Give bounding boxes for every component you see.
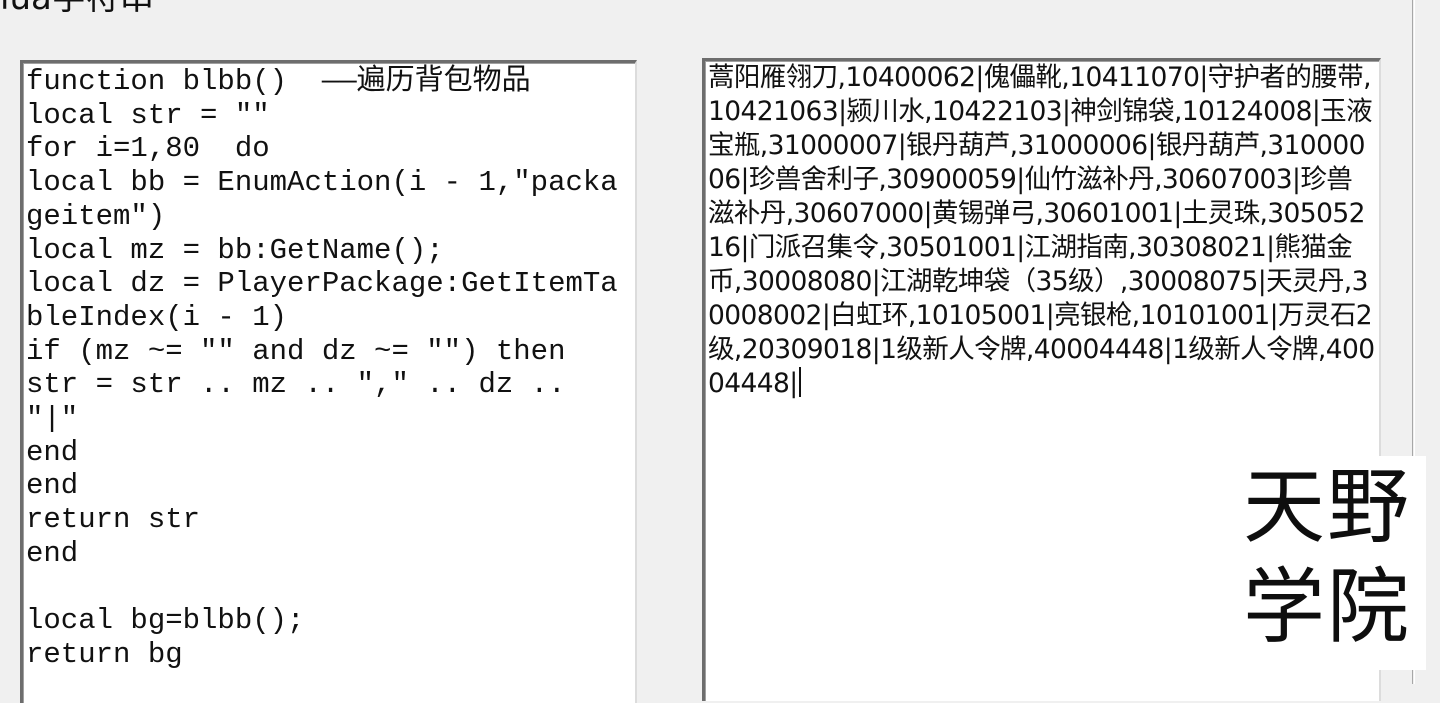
watermark-line-2: 学院 [1242,560,1411,655]
result-text: 蒿阳雁翎刀,10400062|傀儡靴,10411070|守护者的腰带,10421… [708,62,1375,399]
watermark-line-1: 天野 [1242,460,1411,555]
text-caret [798,367,801,397]
code-input-textbox[interactable]: function blbb() ——遍历背包物品 local str = "" … [20,60,637,703]
watermark-logo: 天野 学院 [1228,456,1426,670]
code-text: function blbb() ——遍历背包物品 local str = "" … [26,65,618,671]
group-title: lua字符串 [0,0,154,18]
result-text-wrapper: 蒿阳雁翎刀,10400062|傀儡靴,10411070|守护者的腰带,10421… [705,61,1379,401]
